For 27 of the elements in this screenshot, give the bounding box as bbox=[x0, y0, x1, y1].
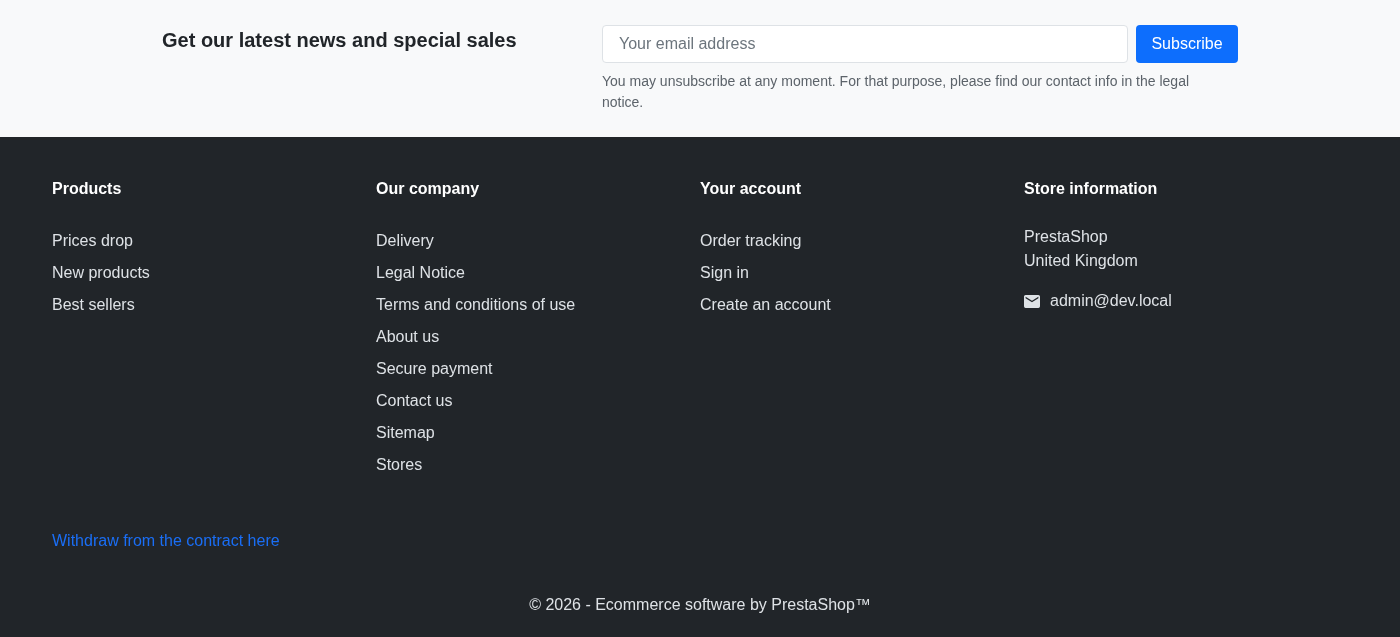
column-heading: Store information bbox=[1024, 179, 1159, 199]
footer-link[interactable]: Contact us bbox=[376, 392, 453, 409]
email-link[interactable]: admin@dev.local bbox=[1050, 289, 1172, 313]
column-heading: Products bbox=[52, 179, 123, 199]
address-line: United Kingdom bbox=[1024, 251, 1139, 271]
column-heading: Our company bbox=[376, 179, 481, 199]
footer-link[interactable]: Sitemap bbox=[376, 424, 435, 441]
footer-link[interactable]: Best sellers bbox=[52, 296, 135, 313]
address-line: PrestaShop bbox=[1024, 227, 1109, 247]
unsubscribe-notice: You may unsubscribe at any moment. For that purpose, please find our contact info in the legal notice. bbox=[602, 72, 1191, 112]
footer-link[interactable]: Create an account bbox=[700, 296, 831, 313]
footer-link[interactable]: Legal Notice bbox=[376, 264, 465, 281]
email-input-field[interactable]: Your email address bbox=[602, 25, 1128, 63]
subscribe-button[interactable]: Subscribe bbox=[1136, 25, 1238, 63]
footer-link[interactable]: Delivery bbox=[376, 232, 434, 249]
footer-link[interactable]: Order tracking bbox=[700, 232, 802, 249]
footer-link[interactable]: Sign in bbox=[700, 264, 749, 281]
newsletter-heading: Get our latest news and special sales bbox=[162, 28, 518, 52]
envelope-icon bbox=[1024, 294, 1040, 308]
column-heading: Your account bbox=[700, 179, 803, 199]
footer-link[interactable]: Secure payment bbox=[376, 360, 493, 377]
footer-link[interactable]: Terms and conditions of use bbox=[376, 296, 576, 313]
footer-link[interactable]: Stores bbox=[376, 456, 423, 473]
footer-link[interactable]: Prices drop bbox=[52, 232, 133, 249]
footer-link[interactable]: About us bbox=[376, 328, 440, 345]
copyright-text: © 2026 - Ecommerce software by PrestaShop™ bbox=[529, 596, 871, 613]
footer-link[interactable]: New products bbox=[52, 264, 150, 281]
